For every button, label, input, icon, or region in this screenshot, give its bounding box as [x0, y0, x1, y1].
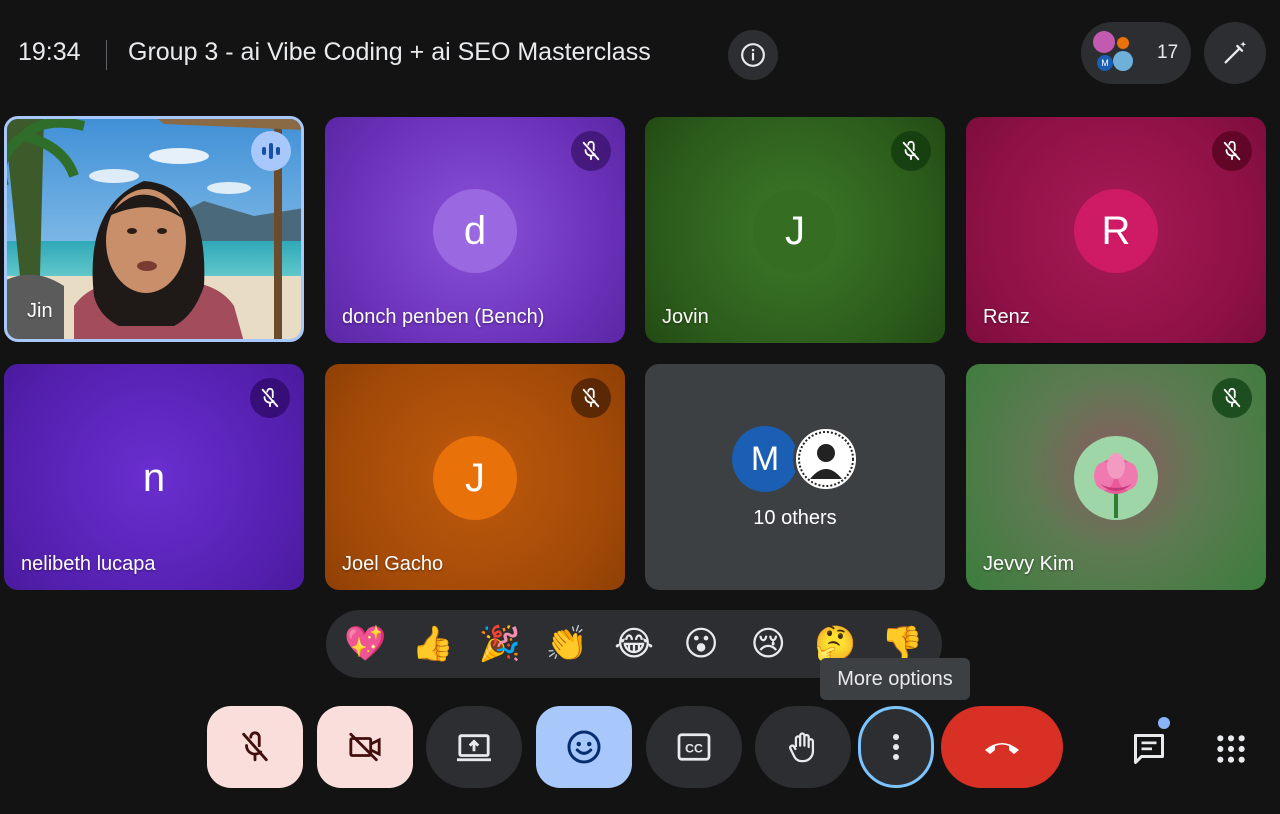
- mic-off-indicator: [1212, 131, 1252, 171]
- mic-off-icon: [261, 387, 279, 408]
- lotus-icon: [1094, 453, 1138, 518]
- mic-off-indicator: [571, 378, 611, 418]
- participant-name: Joel Gacho: [342, 553, 444, 575]
- mic-off-indicator: [250, 378, 290, 418]
- meeting-details-button[interactable]: [728, 30, 778, 80]
- participant-avatars: M: [1091, 31, 1135, 75]
- mic-off-icon: [1223, 140, 1241, 161]
- present-button[interactable]: [426, 706, 522, 788]
- participant-tile[interactable]: J Joel Gacho: [325, 364, 625, 590]
- captions-button[interactable]: CC: [646, 706, 742, 788]
- apps-button[interactable]: [1200, 718, 1262, 780]
- reaction-crying[interactable]: 😢: [741, 617, 795, 671]
- chat-icon: [1134, 734, 1164, 764]
- participant-name: nelibeth lucapa: [21, 553, 156, 575]
- participant-tile[interactable]: d donch penben (Bench): [325, 117, 625, 343]
- leave-call-button[interactable]: [941, 706, 1063, 788]
- info-icon: [741, 43, 765, 67]
- avatar: R: [1074, 189, 1158, 273]
- avatar: n: [142, 455, 166, 500]
- notification-dot: [1158, 717, 1170, 729]
- participant-name: Jevvy Kim: [983, 553, 1075, 575]
- cc-icon: CC: [677, 733, 711, 761]
- avatar: M: [732, 426, 798, 492]
- mic-off-icon: [242, 731, 268, 762]
- reaction-clapping[interactable]: 👏: [540, 617, 594, 671]
- reaction-surprised[interactable]: 😮: [674, 617, 728, 671]
- photo-avatar: [793, 426, 859, 492]
- participant-name: Jin: [27, 300, 53, 322]
- mic-off-indicator: [1212, 378, 1252, 418]
- mic-off-indicator: [571, 131, 611, 171]
- others-label: 10 others: [753, 507, 837, 529]
- lotus-avatar: [1093, 31, 1115, 53]
- avatar: J: [433, 436, 517, 520]
- present-icon: [457, 734, 491, 762]
- camera-off-button[interactable]: [317, 706, 413, 788]
- avatar: d: [433, 189, 517, 273]
- hand-icon: [789, 732, 815, 763]
- participant-name: Jovin: [662, 306, 709, 328]
- activities-button[interactable]: [1204, 22, 1266, 84]
- orange-avatar: [1117, 37, 1129, 49]
- mic-off-icon: [902, 140, 920, 161]
- participant-count: 17: [1157, 42, 1179, 63]
- reaction-sparkling-heart[interactable]: 💖: [339, 617, 393, 671]
- header-divider: [106, 40, 107, 70]
- more-options-button[interactable]: [858, 706, 934, 788]
- camera-off-icon: [349, 732, 381, 762]
- svg-text:CC: CC: [685, 741, 703, 755]
- people-button[interactable]: M 17: [1081, 22, 1191, 84]
- reaction-tears-of-joy[interactable]: 😂: [607, 617, 661, 671]
- magic-pen-icon: [1224, 41, 1247, 64]
- lotus-avatar: [1074, 436, 1158, 520]
- meeting-title: Group 3 - ai Vibe Coding + ai SEO Master…: [128, 38, 651, 66]
- audio-wave-icon: [262, 143, 280, 159]
- mic-off-icon: [582, 387, 600, 408]
- others-tile[interactable]: M 10 others: [645, 364, 945, 590]
- participant-tile[interactable]: J Jovin: [645, 117, 945, 343]
- participant-name: Renz: [983, 306, 1030, 328]
- raise-hand-button[interactable]: [755, 706, 851, 788]
- reaction-thumbs-up[interactable]: 👍: [406, 617, 460, 671]
- mic-off-button[interactable]: [207, 706, 303, 788]
- more-vert-icon: [893, 734, 899, 760]
- mic-off-icon: [1223, 387, 1241, 408]
- portrait-drawing: [798, 431, 854, 487]
- participant-tile[interactable]: R Renz: [966, 117, 1266, 343]
- avatar: J: [753, 189, 837, 273]
- apps-grid-icon: [1217, 735, 1245, 763]
- mic-off-indicator: [891, 131, 931, 171]
- m-avatar: M: [1097, 55, 1113, 71]
- participant-name: donch penben (Bench): [342, 306, 545, 328]
- participant-tile[interactable]: Jevvy Kim: [966, 364, 1266, 590]
- reactions-button[interactable]: [536, 706, 632, 788]
- reaction-party-popper[interactable]: 🎉: [473, 617, 527, 671]
- emoji-icon: [567, 730, 601, 764]
- meeting-header: 19:34 Group 3 - ai Vibe Coding + ai SEO …: [0, 0, 1280, 110]
- speaking-indicator: [251, 131, 291, 171]
- participant-tile[interactable]: n nelibeth lucapa: [4, 364, 304, 590]
- more-options-tooltip: More options: [820, 658, 970, 700]
- photo-avatar: [1113, 51, 1133, 71]
- phone-hangup-icon: [985, 743, 1019, 754]
- participant-tile-video[interactable]: Jin: [4, 116, 304, 342]
- clock: 19:34: [18, 38, 81, 66]
- chat-button[interactable]: [1118, 717, 1180, 780]
- mic-off-icon: [582, 140, 600, 161]
